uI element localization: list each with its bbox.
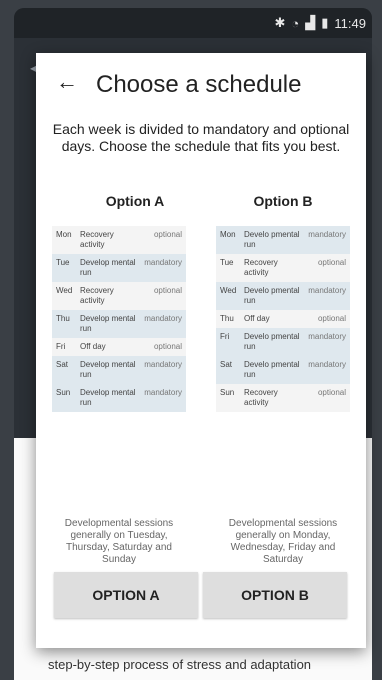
schedule-row: Mon Recovery activity optional: [52, 226, 186, 254]
row-day: Sun: [56, 388, 71, 397]
option-b-header: Option B: [253, 193, 313, 209]
schedule-row: Tue Recovery activity optional: [216, 254, 350, 282]
row-day: Fri: [220, 332, 230, 341]
dialog-header: ← Choose a schedule: [36, 53, 366, 115]
schedule-row: Sat Develop mental run mandatory: [52, 356, 186, 384]
row-type: optional: [317, 314, 346, 323]
row-day: Mon: [220, 230, 236, 239]
option-a-description: Developmental sessions generally on Tues…: [64, 518, 174, 565]
row-activity: Develop mental run: [80, 360, 136, 379]
row-activity: Off day: [80, 342, 106, 351]
row-type: mandatory: [308, 332, 346, 341]
row-type: optional: [153, 342, 182, 351]
row-day: Tue: [220, 258, 234, 267]
option-a-table: Mon Recovery activity optional Tue Develop m…: [52, 226, 186, 412]
row-type: mandatory: [308, 286, 346, 295]
schedule-row: Sun Recovery activity optional: [216, 384, 350, 412]
dialog-description: Each week is divided to mandatory and op…: [52, 121, 350, 154]
row-activity: Off day: [244, 314, 270, 323]
row-activity: Develo pmental run: [244, 360, 300, 379]
schedule-row: Wed Develo pmental run mandatory: [216, 282, 350, 310]
schedule-row: Fri Off day optional: [52, 338, 186, 356]
schedule-row: Sat Develo pmental run mandatory: [216, 356, 350, 384]
row-type: mandatory: [308, 230, 346, 239]
option-a-button[interactable]: OPTION A: [54, 572, 198, 618]
schedule-row: Sun Develop mental run mandatory: [52, 384, 186, 412]
option-b-description: Developmental sessions generally on Mond…: [228, 518, 338, 565]
status-bar: ✱ ◔ ▟ ▮ 11:49: [14, 8, 372, 38]
row-type: mandatory: [144, 360, 182, 369]
row-type: optional: [153, 286, 182, 295]
row-day: Mon: [56, 230, 72, 239]
schedule-row: Mon Develo pmental run mandatory: [216, 226, 350, 254]
row-day: Wed: [220, 286, 237, 295]
status-time: 11:49: [334, 15, 366, 31]
option-b-table: Mon Develo pmental run mandatory Tue Recover…: [216, 226, 350, 412]
row-activity: Develop mental run: [80, 314, 136, 333]
battery-icon: ▮: [321, 15, 329, 30]
signal-icon: ▟: [305, 15, 316, 30]
row-activity: Recovery activity: [80, 230, 114, 249]
row-activity: Develo pmental run: [244, 230, 300, 249]
schedule-dialog: ← Choose a schedule Each week is divided…: [36, 53, 366, 648]
row-day: Sun: [220, 388, 235, 397]
row-day: Sat: [56, 360, 69, 369]
schedule-row: Fri Develo pmental run mandatory: [216, 328, 350, 356]
row-activity: Recovery activity: [244, 388, 278, 407]
row-type: optional: [317, 388, 346, 397]
row-activity: Develo pmental run: [244, 286, 300, 305]
bluetooth-icon: ✱: [274, 15, 286, 30]
wifi-icon: ◔: [291, 15, 300, 31]
schedule-row: Wed Recovery activity optional: [52, 282, 186, 310]
row-type: mandatory: [144, 388, 182, 397]
row-day: Tue: [56, 258, 70, 267]
row-day: Thu: [220, 314, 234, 323]
row-type: mandatory: [308, 360, 346, 369]
schedule-row: Thu Develop mental run mandatory: [52, 310, 186, 338]
schedule-row: Thu Off day optional: [216, 310, 350, 328]
option-a-header: Option A: [105, 193, 165, 209]
row-type: optional: [153, 230, 182, 239]
row-activity: Recovery activity: [244, 258, 278, 277]
row-type: mandatory: [144, 314, 182, 323]
back-arrow-icon[interactable]: ←: [56, 71, 78, 93]
dialog-title: Choose a schedule: [96, 71, 302, 98]
row-activity: Recovery activity: [80, 286, 114, 305]
row-day: Sat: [220, 360, 233, 369]
row-day: Thu: [56, 314, 70, 323]
row-activity: Develo pmental run: [244, 332, 300, 351]
row-day: Wed: [56, 286, 73, 295]
row-day: Fri: [56, 342, 66, 351]
schedule-row: Tue Develop mental run mandatory: [52, 254, 186, 282]
option-b-button[interactable]: OPTION B: [203, 572, 347, 618]
row-type: optional: [317, 258, 346, 267]
row-type: mandatory: [144, 258, 182, 267]
row-activity: Develop mental run: [80, 258, 136, 277]
row-activity: Develop mental run: [80, 388, 136, 407]
background-text: step-by-step process of stress and adapt…: [48, 657, 312, 672]
